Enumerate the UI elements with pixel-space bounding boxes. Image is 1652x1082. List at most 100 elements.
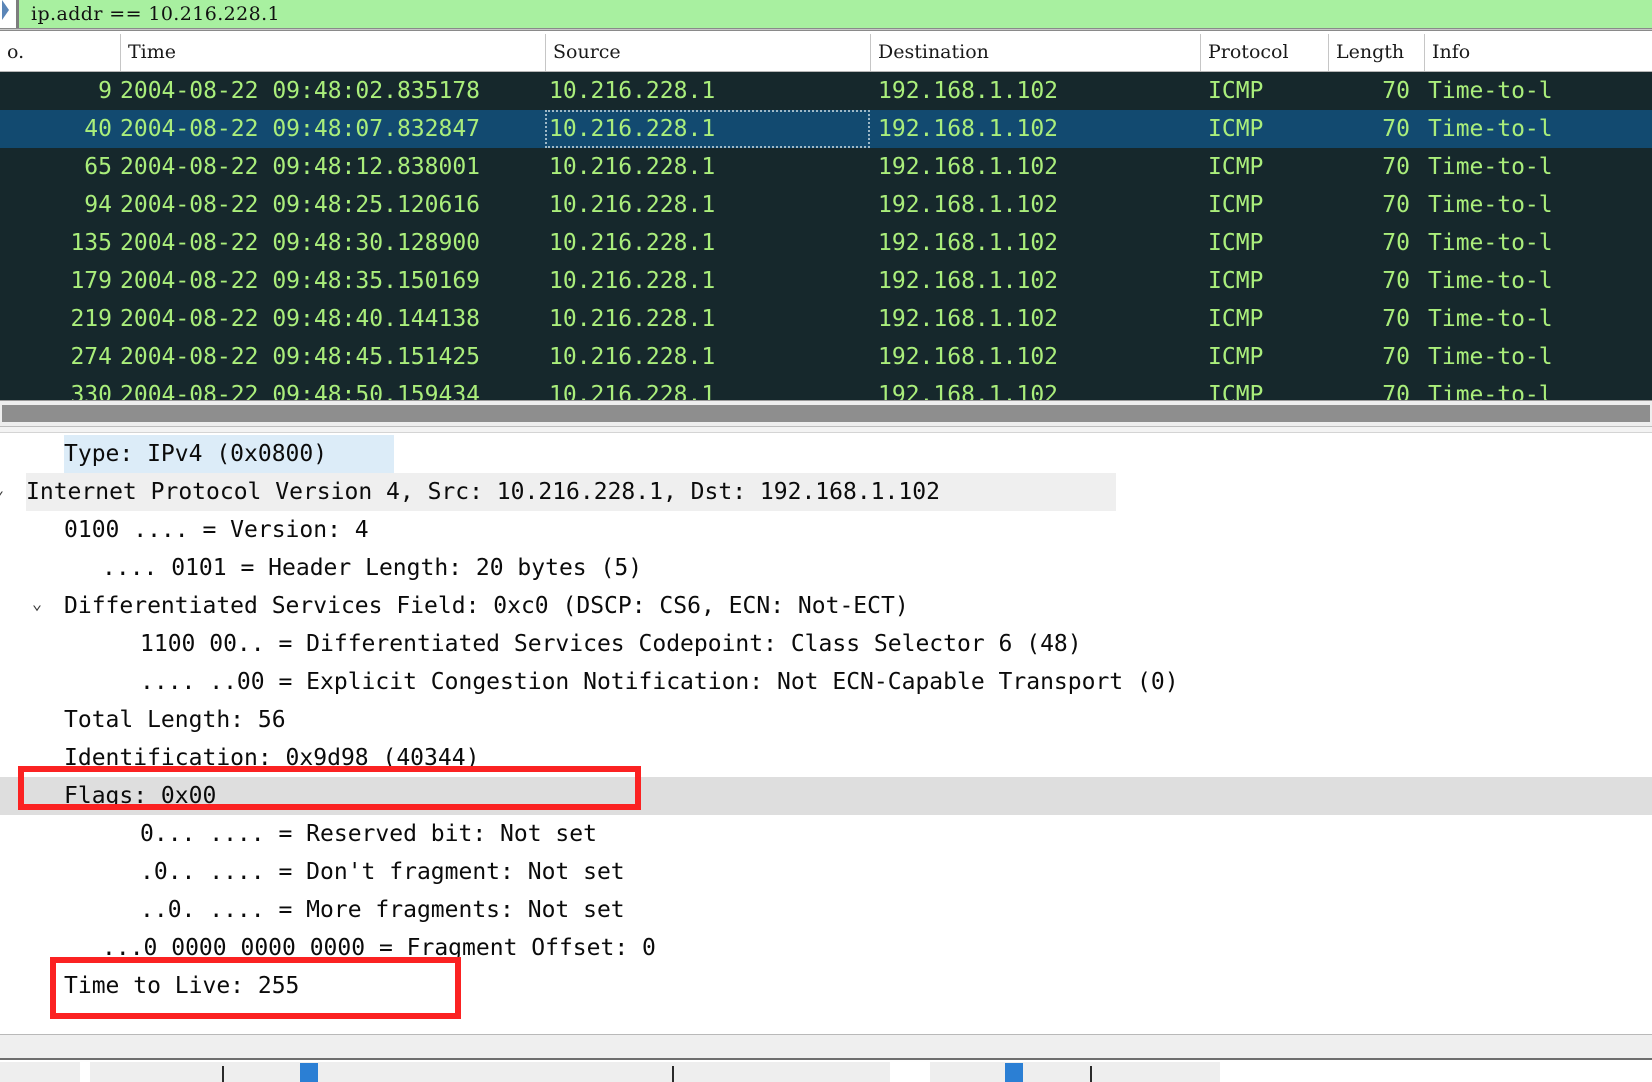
chevron-down-icon[interactable]: ⌄: [28, 587, 46, 625]
packet-cell-protocol: ICMP: [1208, 192, 1264, 218]
packet-row[interactable]: 219 2004-08-22 09:48:40.144138 10.216.228.…: [0, 300, 1652, 338]
packet-cell-info: Time-to-l: [1428, 154, 1553, 180]
detail-tree-row[interactable]: 1100 00.. = Differentiated Services Code…: [0, 625, 1652, 663]
detail-tree-row[interactable]: ...0 0000 0000 0000 = Fragment Offset: 0: [0, 929, 1652, 967]
display-filter-input[interactable]: ip.addr == 10.216.228.1: [19, 3, 1652, 25]
packet-cell-dest: 192.168.1.102: [878, 268, 1059, 294]
packet-row[interactable]: 179 2004-08-22 09:48:35.150169 10.216.228.…: [0, 262, 1652, 300]
chevron-down-icon[interactable]: ⌄: [0, 473, 8, 511]
packet-cell-length: 70: [1382, 268, 1410, 294]
column-header-info[interactable]: Info: [1424, 34, 1652, 71]
packet-cell-dest: 192.168.1.102: [878, 78, 1059, 104]
packet-cell-dest: 192.168.1.102: [878, 116, 1059, 142]
packet-cell-info: Time-to-l: [1428, 268, 1553, 294]
packet-cell-length: 70: [1382, 230, 1410, 256]
detail-tree-label: Identification: 0x9d98 (40344): [64, 745, 480, 771]
packet-cell-length: 70: [1382, 154, 1410, 180]
packet-cell-length: 70: [1382, 78, 1410, 104]
detail-tree-row[interactable]: .... 0101 = Header Length: 20 bytes (5): [0, 549, 1652, 587]
detail-tree-row[interactable]: 0100 .... = Version: 4: [0, 511, 1652, 549]
packet-cell-time: 2004-08-22 09:48:40.144138: [120, 306, 481, 332]
column-header-dest[interactable]: Destination: [870, 34, 1200, 71]
packet-cell-info: Time-to-l: [1428, 344, 1553, 370]
packet-list-header[interactable]: o. Time Source Destination Protocol Length Inf…: [0, 34, 1652, 72]
packet-cell-info: Time-to-l: [1428, 306, 1553, 332]
packet-cell-no: 40: [84, 116, 112, 142]
column-header-length[interactable]: Length: [1328, 34, 1418, 71]
packet-cell-protocol: ICMP: [1208, 116, 1264, 142]
detail-pane-topline: [0, 427, 1652, 433]
packet-cell-protocol: ICMP: [1208, 154, 1264, 180]
bookmark-icon[interactable]: [0, 0, 16, 28]
detail-tree-row[interactable]: ⌄Flags: 0x00: [0, 777, 1652, 815]
packet-cell-protocol: ICMP: [1208, 306, 1264, 332]
column-header-time[interactable]: Time: [120, 34, 545, 71]
detail-tree-row[interactable]: Identification: 0x9d98 (40344): [0, 739, 1652, 777]
packet-cell-source: 10.216.228.1: [549, 116, 716, 142]
detail-tree-label: Internet Protocol Version 4, Src: 10.216…: [26, 473, 1116, 511]
detail-tree-label: 1100 00.. = Differentiated Services Code…: [140, 631, 1082, 657]
status-bar-segment: [930, 1062, 1220, 1082]
detail-tree-label: .0.. .... = Don't fragment: Not set: [140, 859, 625, 885]
status-bar-segment: [0, 1062, 80, 1082]
packet-cell-info: Time-to-l: [1428, 116, 1553, 142]
packet-cell-time: 2004-08-22 09:48:45.151425: [120, 344, 481, 370]
packet-cell-info: Time-to-l: [1428, 230, 1553, 256]
packet-list-hscrollbar[interactable]: [0, 400, 1652, 426]
packet-cell-protocol: ICMP: [1208, 78, 1264, 104]
packet-row[interactable]: 135 2004-08-22 09:48:30.128900 10.216.228.…: [0, 224, 1652, 262]
packet-cell-source: 10.216.228.1: [549, 78, 716, 104]
column-header-source[interactable]: Source: [545, 34, 870, 71]
detail-tree-row[interactable]: .... ..00 = Explicit Congestion Notifica…: [0, 663, 1652, 701]
packet-row[interactable]: 40 2004-08-22 09:48:07.832847 10.216.228.1…: [0, 110, 1652, 148]
detail-tree-row[interactable]: Time to Live: 255: [0, 967, 1652, 1005]
packet-row[interactable]: 330 2004-08-22 09:48:50.159434 10.216.228.…: [0, 376, 1652, 400]
packet-detail-tree[interactable]: Type: IPv4 (0x0800) ⌄ Internet Protocol Ve…: [0, 435, 1652, 1005]
column-header-no[interactable]: o.: [0, 34, 120, 71]
status-bar[interactable]: [0, 1060, 1652, 1082]
packet-row[interactable]: 9 2004-08-22 09:48:02.835178 10.216.228.1 1…: [0, 72, 1652, 110]
packet-cell-dest: 192.168.1.102: [878, 306, 1059, 332]
packet-cell-source: 10.216.228.1: [549, 154, 716, 180]
wireshark-window: ip.addr == 10.216.228.1 o. Time Source Dest…: [0, 0, 1652, 1082]
filter-bar-underline: [0, 28, 1652, 31]
detail-tree-row[interactable]: 0... .... = Reserved bit: Not set: [0, 815, 1652, 853]
packet-cell-info: Time-to-l: [1428, 382, 1553, 400]
packet-list[interactable]: 9 2004-08-22 09:48:02.835178 10.216.228.1 1…: [0, 72, 1652, 400]
packet-cell-time: 2004-08-22 09:48:35.150169: [120, 268, 481, 294]
detail-tree-label: Differentiated Services Field: 0xc0 (DSC…: [64, 593, 909, 619]
detail-tree-row[interactable]: ⌄ Differentiated Services Field: 0xc0 (DS…: [0, 587, 1652, 625]
detail-tree-row[interactable]: Total Length: 56: [0, 701, 1652, 739]
status-bar-segment: [90, 1062, 890, 1082]
packet-cell-protocol: ICMP: [1208, 268, 1264, 294]
status-bar-blue-marker: [1005, 1063, 1023, 1082]
packet-cell-dest: 192.168.1.102: [878, 192, 1059, 218]
packet-cell-dest: 192.168.1.102: [878, 230, 1059, 256]
detail-tree-row[interactable]: ..0. .... = More fragments: Not set: [0, 891, 1652, 929]
packet-cell-source: 10.216.228.1: [549, 382, 716, 400]
detail-tree-label: 0... .... = Reserved bit: Not set: [140, 821, 597, 847]
packet-detail-pane[interactable]: Type: IPv4 (0x0800) ⌄ Internet Protocol Ve…: [0, 426, 1652, 1034]
packet-cell-length: 70: [1382, 382, 1410, 400]
packet-cell-time: 2004-08-22 09:48:50.159434: [120, 382, 481, 400]
packet-cell-dest: 192.168.1.102: [878, 344, 1059, 370]
packet-row[interactable]: 94 2004-08-22 09:48:25.120616 10.216.228.1…: [0, 186, 1652, 224]
packet-row[interactable]: 274 2004-08-22 09:48:45.151425 10.216.228.…: [0, 338, 1652, 376]
packet-cell-time: 2004-08-22 09:48:30.128900: [120, 230, 481, 256]
packet-cell-source: 10.216.228.1: [549, 344, 716, 370]
detail-tree-row[interactable]: .0.. .... = Don't fragment: Not set: [0, 853, 1652, 891]
display-filter-bar[interactable]: ip.addr == 10.216.228.1: [0, 0, 1652, 28]
detail-tree-row[interactable]: Type: IPv4 (0x0800): [0, 435, 1652, 473]
packet-row[interactable]: 65 2004-08-22 09:48:12.838001 10.216.228.1…: [0, 148, 1652, 186]
packet-cell-info: Time-to-l: [1428, 192, 1553, 218]
detail-tree-label: ...0 0000 0000 0000 = Fragment Offset: 0: [102, 935, 656, 961]
packet-cell-no: 330: [70, 382, 112, 400]
packet-cell-protocol: ICMP: [1208, 382, 1264, 400]
packet-cell-no: 219: [70, 306, 112, 332]
detail-tree-row[interactable]: ⌄ Internet Protocol Version 4, Src: 10.21…: [0, 473, 1652, 511]
detail-tree-label: ..0. .... = More fragments: Not set: [140, 897, 625, 923]
packet-cell-time: 2004-08-22 09:48:25.120616: [120, 192, 481, 218]
packet-list-hscrollbar-thumb[interactable]: [2, 405, 1650, 422]
column-header-protocol[interactable]: Protocol: [1200, 34, 1328, 71]
status-bar-tick: [672, 1066, 674, 1082]
